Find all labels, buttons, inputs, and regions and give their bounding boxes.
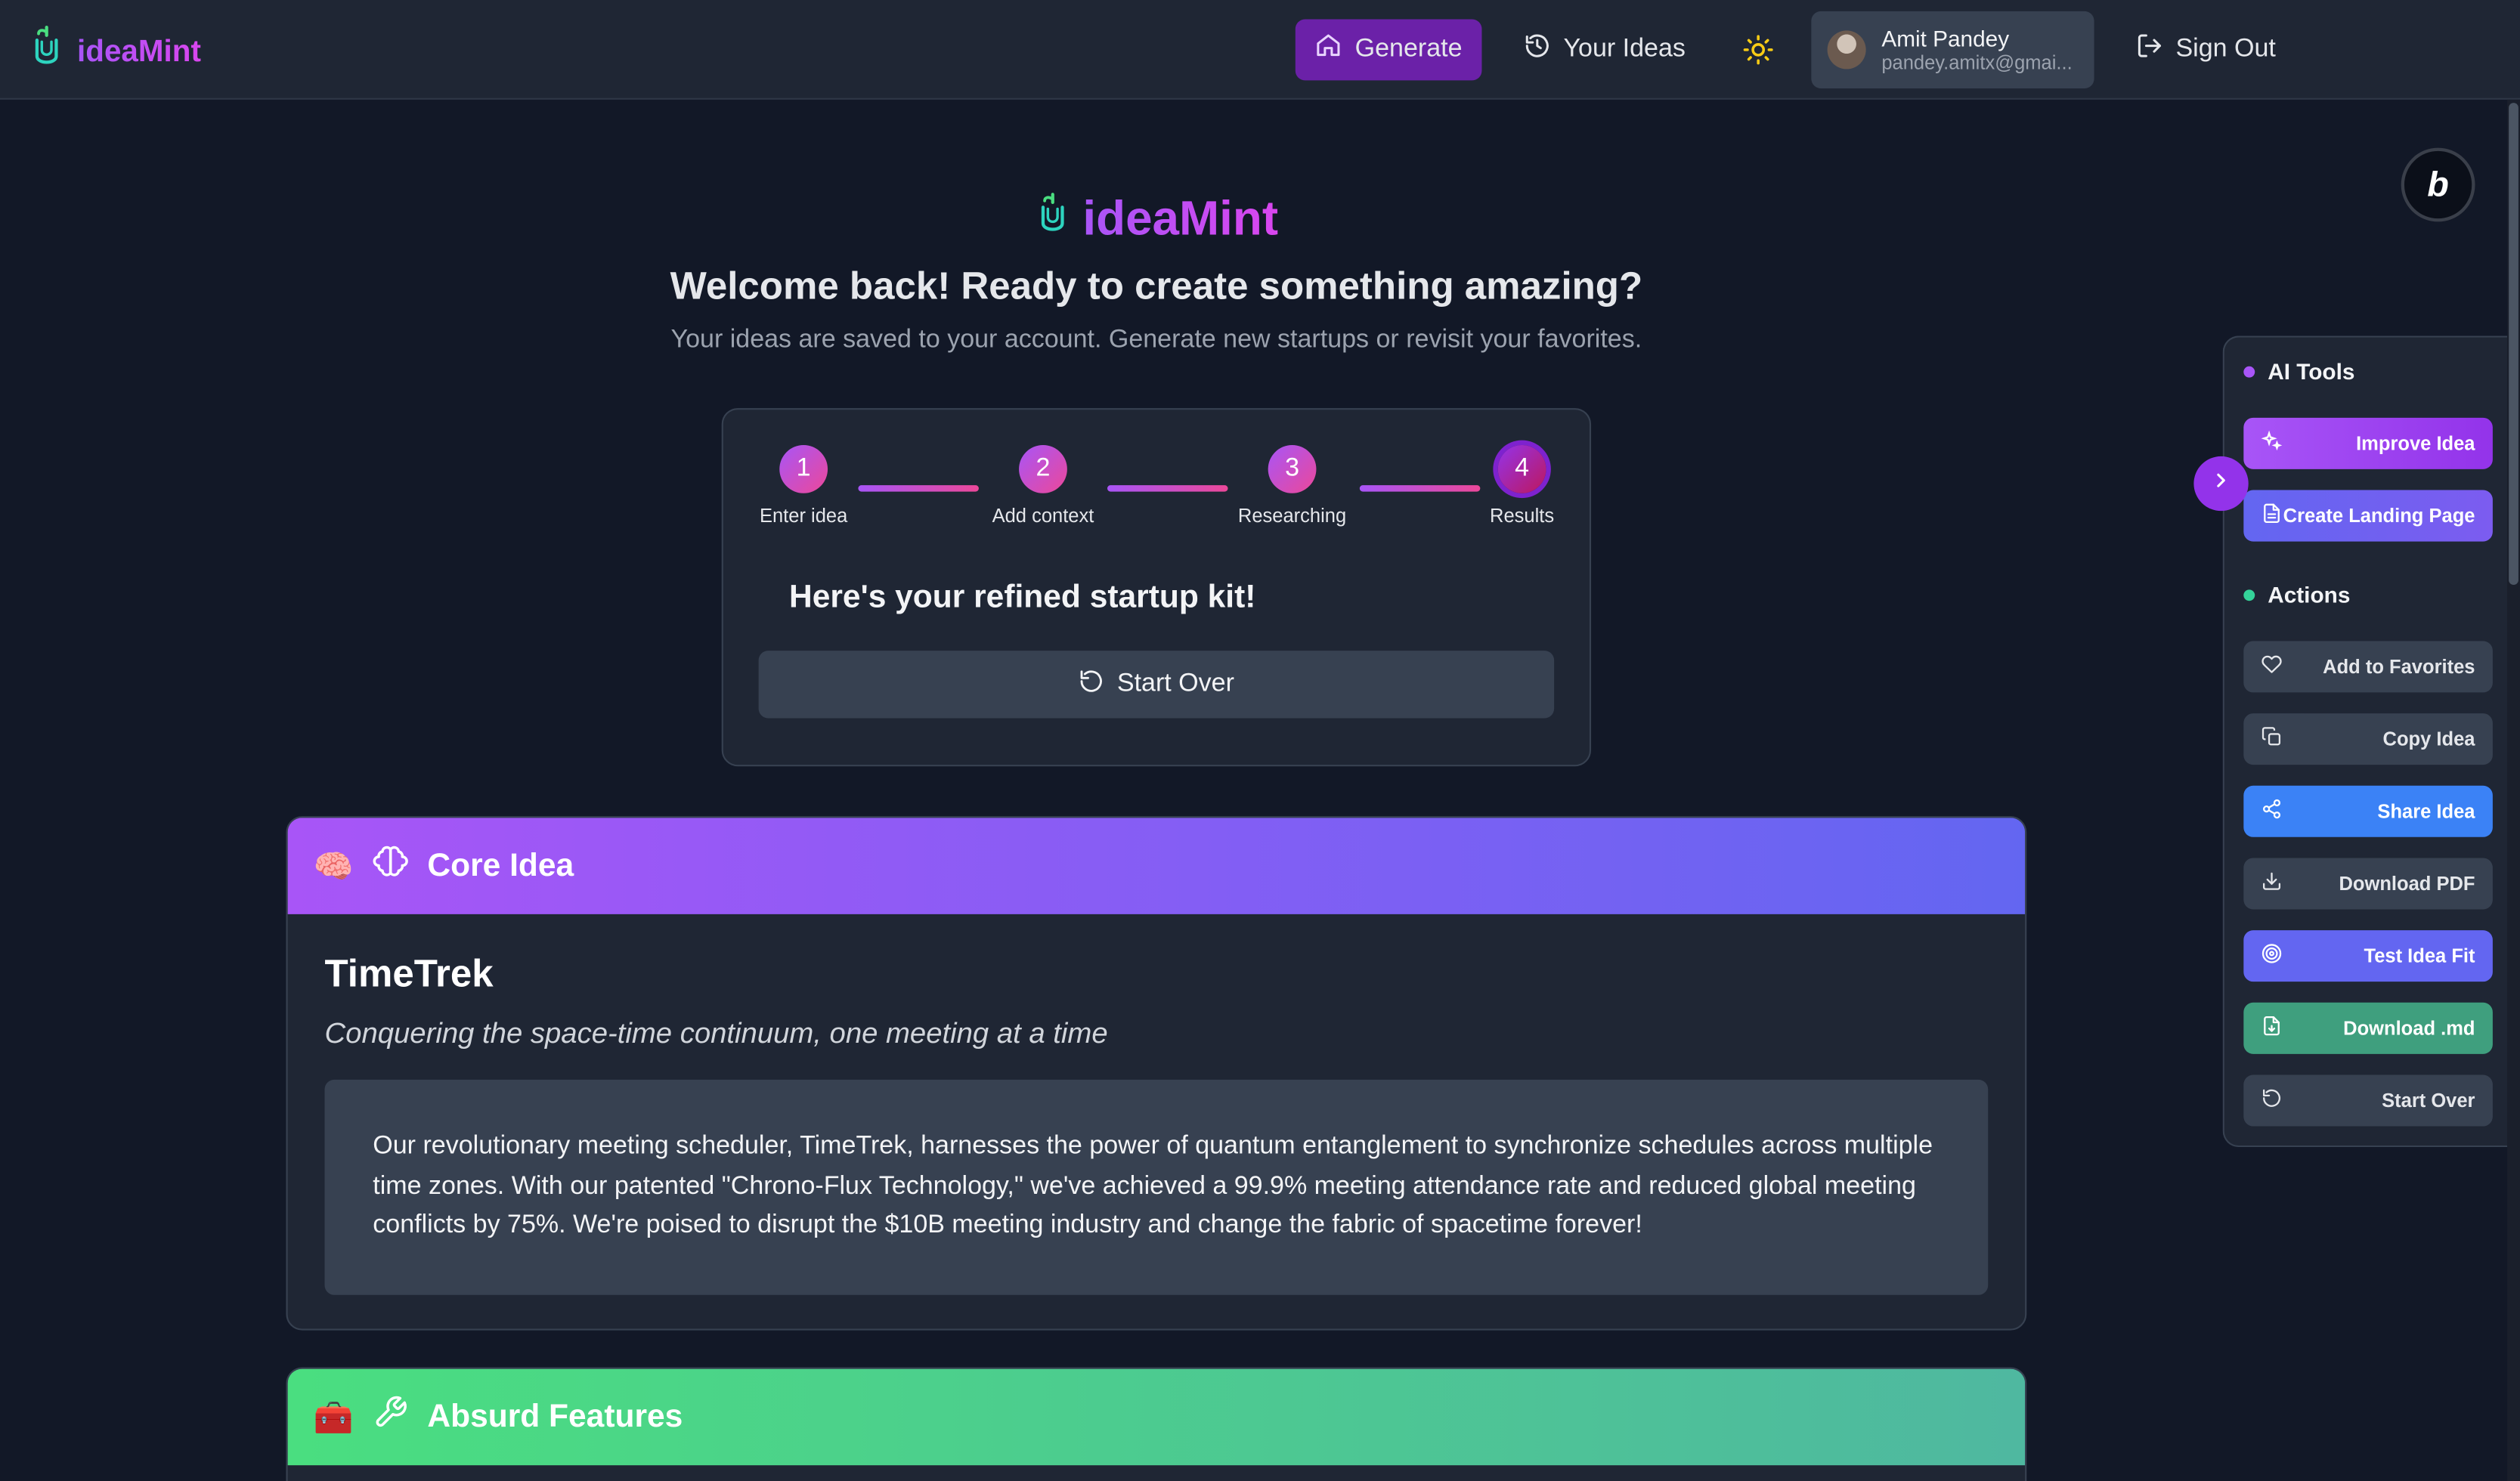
share-icon [2261, 799, 2283, 824]
tools-panel: AI Tools Improve Idea Create Landing Pag… [2222, 335, 2520, 1148]
rotate-ccw-icon [2261, 1088, 2283, 1114]
page-scrollbar-thumb[interactable] [2509, 103, 2518, 585]
stepper-card: 1 Enter idea 2 Add context 3 Researching… [721, 408, 1592, 767]
step-2: 2 Add context [963, 444, 1124, 527]
copy-idea-button[interactable]: Copy Idea [2243, 713, 2493, 765]
create-landing-page-label: Create Landing Page [2283, 504, 2475, 527]
rotate-ccw-icon [1079, 667, 1104, 701]
panel-start-over-label: Start Over [2382, 1089, 2475, 1112]
user-name: Amit Pandey [1881, 26, 2010, 52]
kit-title: Here's your refined startup kit! [789, 580, 1256, 616]
sign-out-button[interactable]: Sign Out [2116, 20, 2296, 81]
step-connector [1107, 485, 1228, 492]
user-info: Amit Pandey pandey.amitx@gmai... [1881, 26, 2077, 74]
download-pdf-button[interactable]: Download PDF [2243, 858, 2493, 910]
target-icon [2261, 943, 2283, 969]
actions-label: Actions [2268, 581, 2351, 608]
step-circle: 3 [1268, 444, 1317, 493]
top-navbar: ideaMint Generate Your Ideas Amit Pandey… [0, 0, 2520, 100]
step-label: Results [1490, 504, 1555, 527]
bolt-badge[interactable]: b [2401, 147, 2475, 222]
share-idea-label: Share Idea [2377, 799, 2475, 823]
file-down-icon [2261, 1016, 2283, 1041]
bolt-letter: b [2427, 163, 2449, 205]
step-label: Researching [1237, 504, 1347, 527]
mint-logo-icon [1035, 190, 1070, 249]
idea-name: TimeTrek [324, 952, 494, 997]
brain-emoji-icon: 🧠 [313, 849, 354, 885]
status-dot [2243, 365, 2255, 377]
hero-logo: ideaMint [286, 190, 2026, 249]
brand-name: ideaMint [77, 35, 201, 70]
add-to-favorites-label: Add to Favorites [2323, 655, 2475, 679]
page-subtitle: Your ideas are saved to your account. Ge… [670, 326, 1642, 354]
app-root: ideaMint Generate Your Ideas Amit Pandey… [0, 0, 2520, 1481]
brain-icon [373, 843, 408, 889]
ai-tools-label: AI Tools [2268, 358, 2355, 385]
your-ideas-button[interactable]: Your Ideas [1504, 20, 1705, 81]
user-profile-card[interactable]: Amit Pandey pandey.amitx@gmai... [1810, 11, 2094, 88]
actions-heading: Actions [2243, 582, 2350, 608]
download-pdf-label: Download PDF [2339, 872, 2475, 895]
core-idea-section: 🧠 Core Idea TimeTrek Conquering the spac… [286, 816, 2027, 1331]
download-icon [2261, 870, 2283, 896]
start-over-button[interactable]: Start Over [758, 651, 1555, 719]
absurd-features-header: 🧰 Absurd Features [287, 1368, 2026, 1466]
absurd-features-section: 🧰 Absurd Features [286, 1367, 2027, 1481]
copy-icon [2261, 726, 2283, 752]
test-idea-fit-button[interactable]: Test Idea Fit [2243, 930, 2493, 982]
page-title: Welcome back! Ready to create something … [670, 264, 1643, 309]
download-md-button[interactable]: Download .md [2243, 1002, 2493, 1054]
test-idea-fit-label: Test Idea Fit [2364, 945, 2475, 968]
wrench-icon [373, 1395, 408, 1440]
start-over-label: Start Over [1116, 669, 1234, 697]
nav-actions: Generate Your Ideas Amit Pandey pandey.a… [1295, 11, 2296, 88]
chevron-right-icon [2210, 468, 2233, 499]
core-idea-header: 🧠 Core Idea [287, 818, 2026, 914]
step-3: 3 Researching [1212, 444, 1373, 527]
copy-idea-label: Copy Idea [2382, 728, 2475, 750]
download-md-label: Download .md [2343, 1016, 2475, 1040]
toolbox-emoji-icon: 🧰 [313, 1400, 354, 1436]
step-label: Add context [992, 504, 1094, 527]
hero: ideaMint Welcome back! Ready to create s… [286, 190, 2026, 355]
panel-start-over-button[interactable]: Start Over [2243, 1074, 2493, 1127]
section-heading: Core Idea [427, 847, 574, 883]
home-icon [1315, 32, 1342, 68]
idea-description: Our revolutionary meeting scheduler, Tim… [324, 1079, 1989, 1294]
status-dot [2243, 589, 2255, 601]
mint-logo-icon [29, 24, 64, 80]
avatar [1827, 30, 1866, 70]
idea-tagline: Conquering the space-time continuum, one… [324, 1016, 1108, 1050]
hero-logo-text: ideaMint [1082, 192, 1278, 246]
add-to-favorites-button[interactable]: Add to Favorites [2243, 641, 2493, 693]
sign-out-label: Sign Out [2175, 35, 2276, 63]
panel-collapse-button[interactable] [2193, 456, 2249, 512]
step-circle: 2 [1019, 444, 1067, 493]
step-connector [858, 485, 979, 492]
ai-tools-heading: AI Tools [2243, 358, 2354, 384]
theme-toggle-sun-icon[interactable] [1727, 20, 1788, 81]
step-circle-current: 4 [1497, 444, 1546, 493]
step-4: 4 Results [1441, 444, 1602, 527]
improve-idea-label: Improve Idea [2356, 431, 2475, 455]
sparkles-icon [2261, 430, 2283, 456]
create-landing-page-button[interactable]: Create Landing Page [2243, 490, 2493, 542]
file-text-icon [2261, 503, 2283, 529]
user-email: pandey.amitx@gmai... [1881, 51, 2073, 74]
history-icon [1523, 32, 1550, 68]
your-ideas-label: Your Ideas [1563, 35, 1686, 63]
generate-button[interactable]: Generate [1295, 19, 1482, 81]
heart-icon [2261, 654, 2283, 679]
improve-idea-button[interactable]: Improve Idea [2243, 417, 2493, 469]
section-heading: Absurd Features [427, 1398, 683, 1434]
step-label: Enter idea [759, 504, 848, 527]
step-circle: 1 [779, 444, 828, 493]
log-out-icon [2135, 32, 2162, 68]
brand[interactable]: ideaMint [29, 24, 201, 80]
share-idea-button[interactable]: Share Idea [2243, 785, 2493, 837]
generate-label: Generate [1354, 35, 1463, 63]
